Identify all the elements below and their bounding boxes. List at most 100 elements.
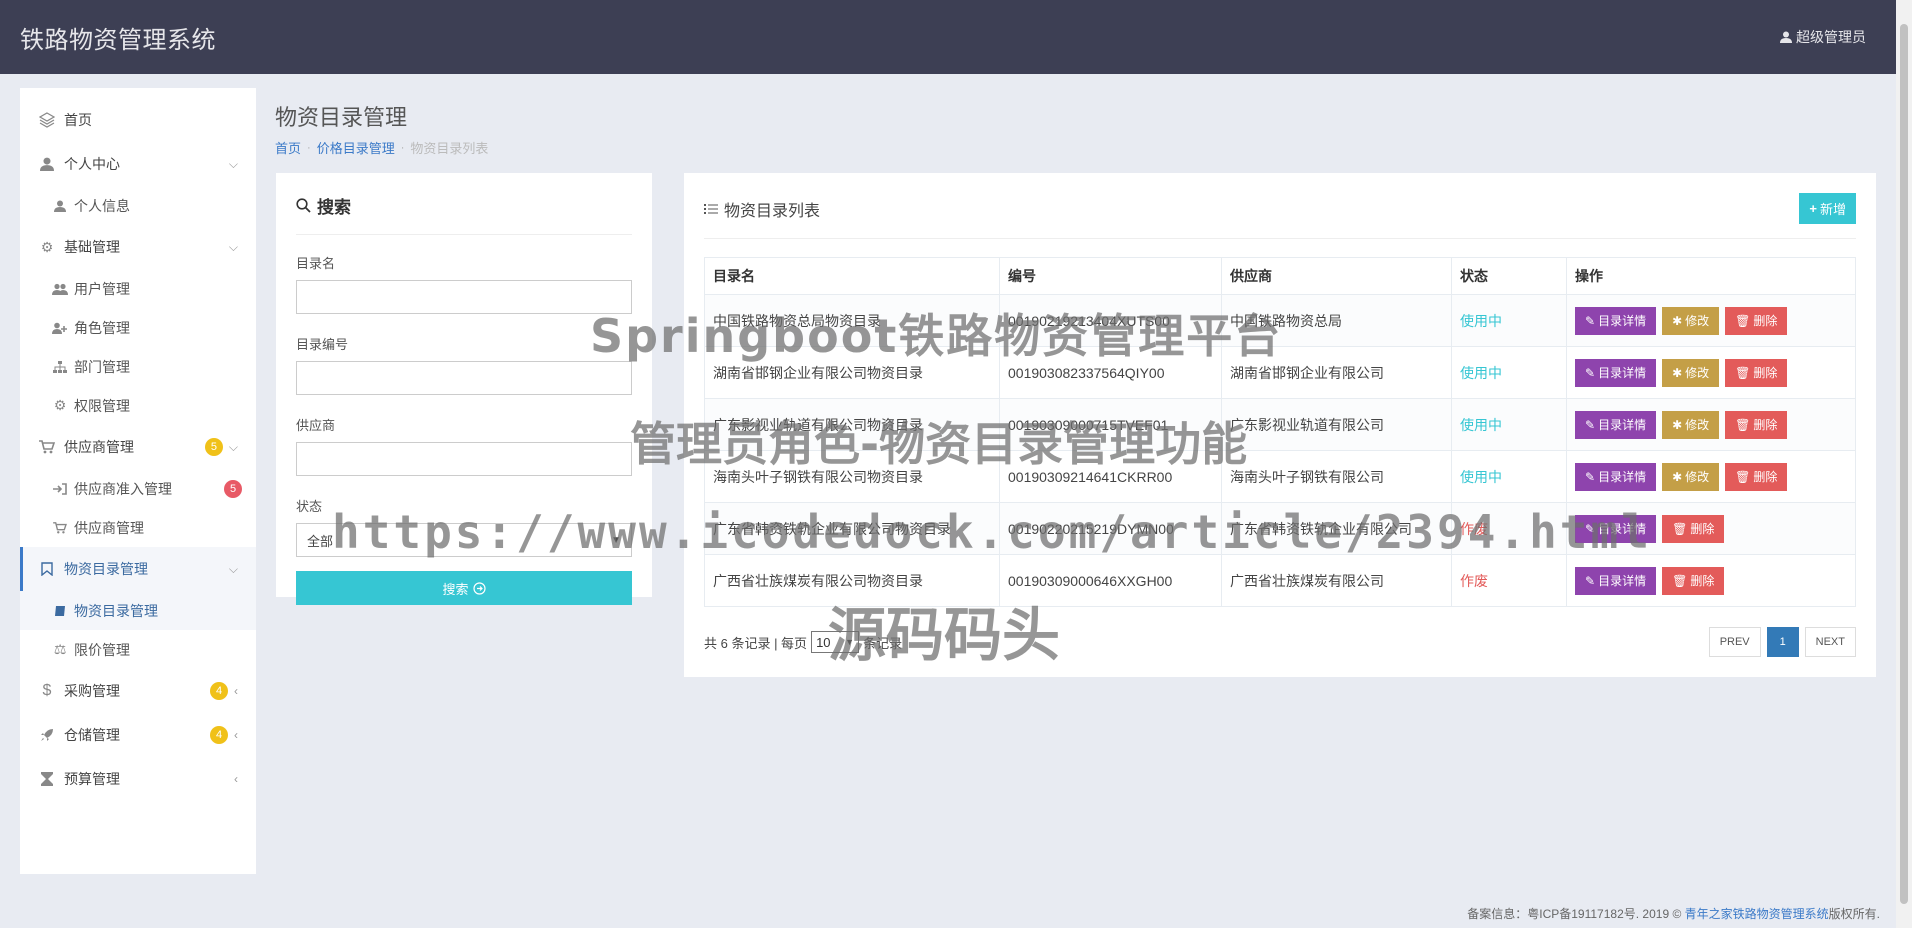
sidebar-item-purchase[interactable]: $ 采购管理 4 ‹ [20,669,256,713]
search-header: 搜索 [296,193,632,235]
copyright-link[interactable]: 青年之家铁路物资管理系统 [1685,907,1829,921]
prev-page-button[interactable]: PREV [1708,627,1761,657]
detail-button[interactable]: ✎ 目录详情 [1575,514,1657,543]
cell-status: 使用中 [1451,294,1567,347]
top-header: 铁路物资管理系统 超级管理员 [0,0,1896,74]
col-status[interactable]: 状态 [1451,257,1567,295]
catalog-code-input[interactable] [296,361,632,395]
user-menu[interactable]: 超级管理员 [1780,27,1866,47]
sidebar-item-storage[interactable]: 仓储管理 4 ‹ [20,713,256,757]
cell-code: 00190219213404XUTS00 [999,294,1222,347]
sidebar-item-personal-info[interactable]: 个人信息 [20,186,256,225]
table-row: 广西省壮族煤炭有限公司物资目录 00190309000646XXGH00 广西省壮族… [704,554,1856,607]
sidebar-item-supplier-access[interactable]: 供应商准入管理 5 [20,469,256,508]
copyright: 备案信息：粤ICP备19117182号. 2019 © 青年之家铁路物资管理系统… [1467,905,1880,922]
supplier-label: 供应商 [296,418,336,433]
delete-button[interactable]: 🗑 删除 [1725,358,1788,387]
add-button[interactable]: + 新增 [1799,193,1856,224]
sidebar-label: 角色管理 [74,319,130,336]
cell-name: 广东影视业轨道有限公司物资目录 [704,398,1000,451]
sidebar-item-roles[interactable]: 角色管理 [20,308,256,347]
edit-button[interactable]: ✱ 修改 [1662,410,1720,439]
arrow-circle-right-icon [472,581,486,595]
breadcrumb-home[interactable]: 首页 [275,138,301,157]
edit-icon: ✎ [1585,469,1596,484]
cell-actions: ✎ 目录详情 ✱ 修改 🗑 删除 [1566,450,1856,503]
edit-button[interactable]: ✱ 修改 [1662,462,1720,491]
hourglass-icon [38,770,56,788]
count-badge: 4 [210,726,228,744]
detail-button[interactable]: ✎ 目录详情 [1575,566,1657,595]
sidebar-label: 首页 [64,112,92,128]
sidebar-item-catalog-sub[interactable]: 物资目录管理 [20,591,256,630]
sidebar-label: 用户管理 [74,280,130,297]
edit-button[interactable]: ✱ 修改 [1662,358,1720,387]
col-name[interactable]: 目录名 [704,257,1000,295]
sidebar-item-perms[interactable]: ⚙ 权限管理 [20,386,256,425]
delete-label: 删除 [1690,574,1715,588]
edit-icon: ✎ [1585,573,1596,588]
col-actions: 操作 [1566,257,1856,295]
page-size-select[interactable]: 10 ▼ [811,631,860,653]
cell-supplier: 广东省韩资铁轨企业有限公司 [1221,502,1452,555]
copyright-suffix: 版权所有. [1828,907,1880,921]
page-button[interactable]: 1 [1766,627,1799,657]
edit-icon: ✎ [1585,313,1596,328]
col-supplier[interactable]: 供应商 [1221,257,1452,295]
next-page-button[interactable]: NEXT [1804,627,1856,657]
sidebar-item-personal[interactable]: 个人中心 ⌵ [20,142,256,186]
breadcrumb-price-catalog[interactable]: 价格目录管理 [317,138,395,157]
supplier-input[interactable] [296,442,632,476]
page-scrollbar[interactable] [1896,0,1912,928]
sidebar-item-price-limit[interactable]: ⚖ 限价管理 [20,630,256,669]
detail-button[interactable]: ✎ 目录详情 [1575,462,1657,491]
sidebar-label: 部门管理 [74,358,130,375]
sidebar-label: 供应商准入管理 [74,480,172,497]
cell-code: 001903082337564QIY00 [999,346,1222,399]
delete-button[interactable]: 🗑 删除 [1725,306,1788,335]
sidebar-item-supplier-mgmt[interactable]: 供应商管理 [20,508,256,547]
page-title: 物资目录管理 [275,106,408,131]
edit-button[interactable]: ✱ 修改 [1662,306,1720,335]
book-icon [52,603,68,619]
sidebar-label: 物资目录管理 [64,561,148,577]
cell-code: 00190309214641CKRR00 [999,450,1222,503]
search-icon [296,198,311,213]
status-select[interactable]: 全部 ▼ [296,523,632,557]
app-brand[interactable]: 铁路物资管理系统 [20,20,216,55]
detail-button[interactable]: ✎ 目录详情 [1575,410,1657,439]
col-code[interactable]: 编号 [999,257,1222,295]
sidebar-label: 个人中心 [64,156,120,172]
sidebar-label: 基础管理 [64,239,120,255]
user-icon [38,155,56,173]
cart-icon [38,438,56,456]
delete-button[interactable]: 🗑 删除 [1662,514,1725,543]
cell-status: 使用中 [1451,346,1567,399]
sidebar-item-home[interactable]: 首页 [20,98,256,142]
delete-button[interactable]: 🗑 删除 [1725,462,1788,491]
cell-code: 00190309000715TVEF01 [999,398,1222,451]
detail-button[interactable]: ✎ 目录详情 [1575,306,1657,335]
delete-button[interactable]: 🗑 删除 [1725,410,1788,439]
layers-icon [38,111,56,129]
breadcrumb-current: 物资目录列表 [410,141,489,156]
search-button[interactable]: 搜索 [296,571,632,605]
sidebar-item-depts[interactable]: 部门管理 [20,347,256,386]
sidebar-item-supplier[interactable]: 供应商管理 5 ⌵ [20,425,256,469]
scrollbar-thumb[interactable] [1900,24,1908,904]
delete-label: 删除 [1753,314,1778,328]
sidebar-item-users[interactable]: 用户管理 [20,269,256,308]
delete-button[interactable]: 🗑 删除 [1662,566,1725,595]
chevron-down-icon: ⌵ [228,561,238,576]
cell-status: 使用中 [1451,398,1567,451]
sidebar-item-basic[interactable]: ⚙ 基础管理 ⌵ [20,225,256,269]
sidebar-item-budget[interactable]: 预算管理 ‹ [20,757,256,801]
detail-button[interactable]: ✎ 目录详情 [1575,358,1657,387]
sign-in-icon [52,481,68,497]
table-row: 中国铁路物资总局物资目录 00190219213404XUTS00 中国铁路物资总局… [704,294,1856,347]
catalog-name-input[interactable] [296,280,632,314]
chevron-down-icon: ⌵ [228,439,238,454]
sidebar-item-catalog[interactable]: 物资目录管理 ⌵ [20,547,256,591]
table-row: 广东影视业轨道有限公司物资目录 00190309000715TVEF01 广东影视业… [704,398,1856,451]
user-icon [1780,31,1792,43]
